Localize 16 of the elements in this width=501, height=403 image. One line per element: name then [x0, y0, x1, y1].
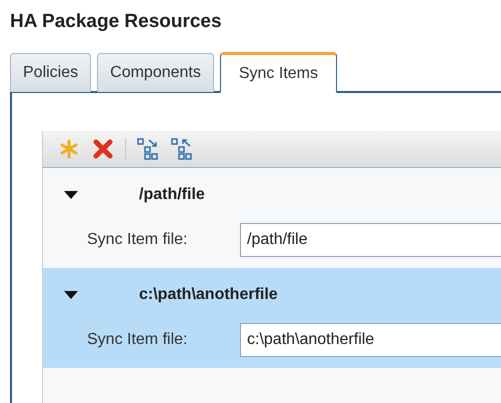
- field-label: Sync Item file:: [87, 231, 188, 249]
- tab[interactable]: Components: [97, 53, 214, 92]
- expand-all-icon[interactable]: [136, 137, 160, 161]
- item-name: /path/file: [139, 186, 205, 204]
- item-name: c:\path\anotherfile: [139, 286, 278, 304]
- input-field[interactable]: /path/file: [240, 223, 501, 257]
- input-field[interactable]: c:\path\anotherfile: [240, 323, 501, 357]
- collapse-all-icon[interactable]: [170, 137, 194, 161]
- field-label: Sync Item file:: [87, 331, 188, 349]
- caret-icon[interactable]: [63, 290, 79, 300]
- sync-item[interactable]: c:\path\anotherfile Sync Item file: c:\path\anotherfile: [43, 268, 501, 368]
- tab[interactable]: Policies: [10, 53, 92, 92]
- tab[interactable]: Sync Items: [220, 52, 337, 93]
- delete-icon[interactable]: [91, 137, 115, 161]
- page-title: HA Package Resources: [10, 10, 223, 34]
- caret-icon[interactable]: [63, 190, 79, 200]
